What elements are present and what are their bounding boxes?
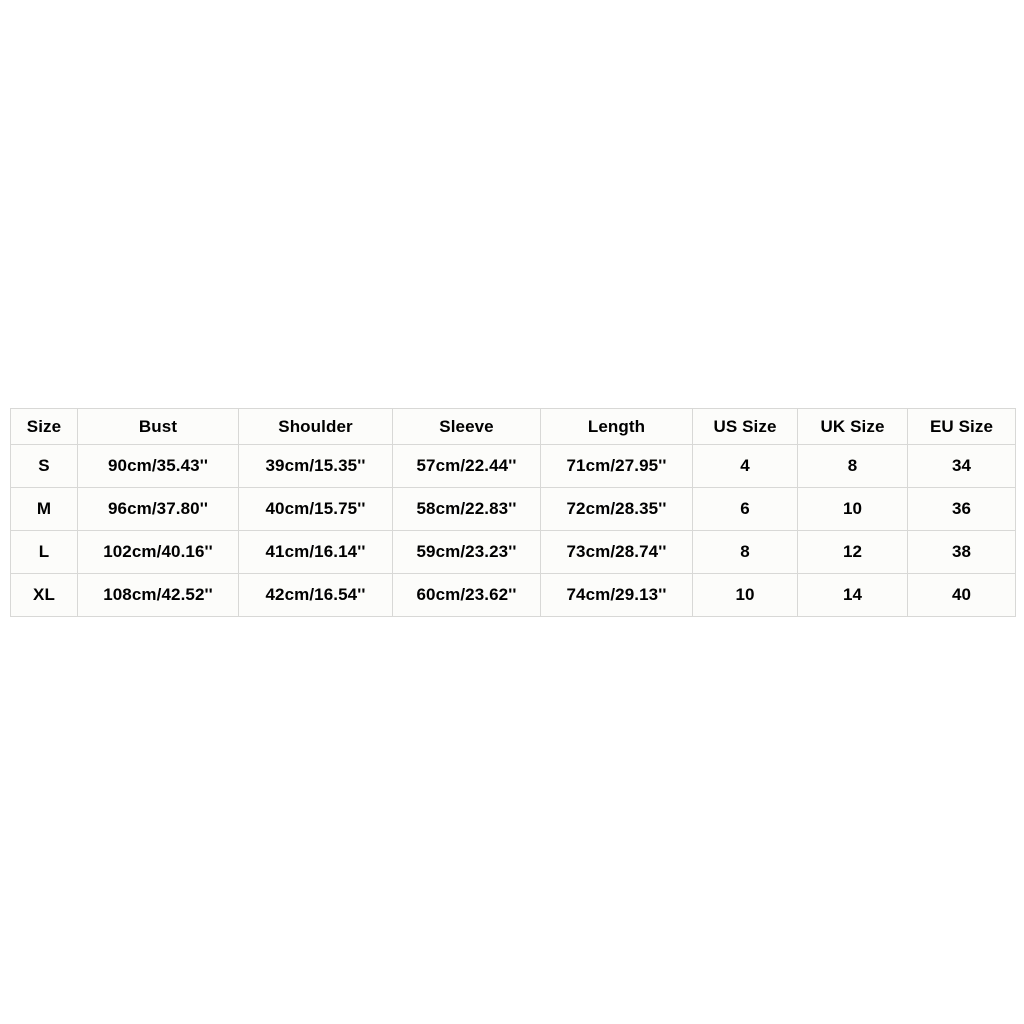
cell-length: 73cm/28.74'' [540,530,693,574]
cell-size: S [10,444,78,488]
cell-uk-size: 8 [797,444,908,488]
cell-eu-size: 34 [907,444,1016,488]
table-row: S 90cm/35.43'' 39cm/15.35'' 57cm/22.44''… [10,444,1016,488]
column-header-shoulder: Shoulder [238,408,393,445]
cell-size: L [10,530,78,574]
cell-uk-size: 12 [797,530,908,574]
table-row: L 102cm/40.16'' 41cm/16.14'' 59cm/23.23'… [10,530,1016,574]
cell-bust: 96cm/37.80'' [77,487,239,531]
cell-shoulder: 40cm/15.75'' [238,487,393,531]
cell-us-size: 6 [692,487,798,531]
cell-bust: 108cm/42.52'' [77,573,239,617]
size-chart-container: Size Bust Shoulder Sleeve Length US Size… [10,408,1016,617]
cell-us-size: 10 [692,573,798,617]
cell-size: M [10,487,78,531]
cell-shoulder: 42cm/16.54'' [238,573,393,617]
cell-sleeve: 60cm/23.62'' [392,573,541,617]
size-chart-body: S 90cm/35.43'' 39cm/15.35'' 57cm/22.44''… [10,444,1016,617]
table-row: M 96cm/37.80'' 40cm/15.75'' 58cm/22.83''… [10,487,1016,531]
column-header-uk-size: UK Size [797,408,908,445]
table-header-row: Size Bust Shoulder Sleeve Length US Size… [10,408,1016,445]
column-header-sleeve: Sleeve [392,408,541,445]
column-header-length: Length [540,408,693,445]
column-header-us-size: US Size [692,408,798,445]
cell-length: 71cm/27.95'' [540,444,693,488]
size-chart-header: Size Bust Shoulder Sleeve Length US Size… [10,408,1016,445]
cell-bust: 90cm/35.43'' [77,444,239,488]
cell-size: XL [10,573,78,617]
cell-eu-size: 36 [907,487,1016,531]
cell-eu-size: 38 [907,530,1016,574]
cell-us-size: 4 [692,444,798,488]
cell-sleeve: 58cm/22.83'' [392,487,541,531]
cell-uk-size: 10 [797,487,908,531]
size-chart-table: Size Bust Shoulder Sleeve Length US Size… [10,408,1016,617]
cell-uk-size: 14 [797,573,908,617]
cell-us-size: 8 [692,530,798,574]
cell-length: 74cm/29.13'' [540,573,693,617]
table-row: XL 108cm/42.52'' 42cm/16.54'' 60cm/23.62… [10,573,1016,617]
column-header-eu-size: EU Size [907,408,1016,445]
column-header-size: Size [10,408,78,445]
cell-shoulder: 41cm/16.14'' [238,530,393,574]
cell-sleeve: 59cm/23.23'' [392,530,541,574]
cell-shoulder: 39cm/15.35'' [238,444,393,488]
page-canvas: Size Bust Shoulder Sleeve Length US Size… [0,0,1024,1024]
cell-eu-size: 40 [907,573,1016,617]
cell-length: 72cm/28.35'' [540,487,693,531]
column-header-bust: Bust [77,408,239,445]
cell-bust: 102cm/40.16'' [77,530,239,574]
cell-sleeve: 57cm/22.44'' [392,444,541,488]
